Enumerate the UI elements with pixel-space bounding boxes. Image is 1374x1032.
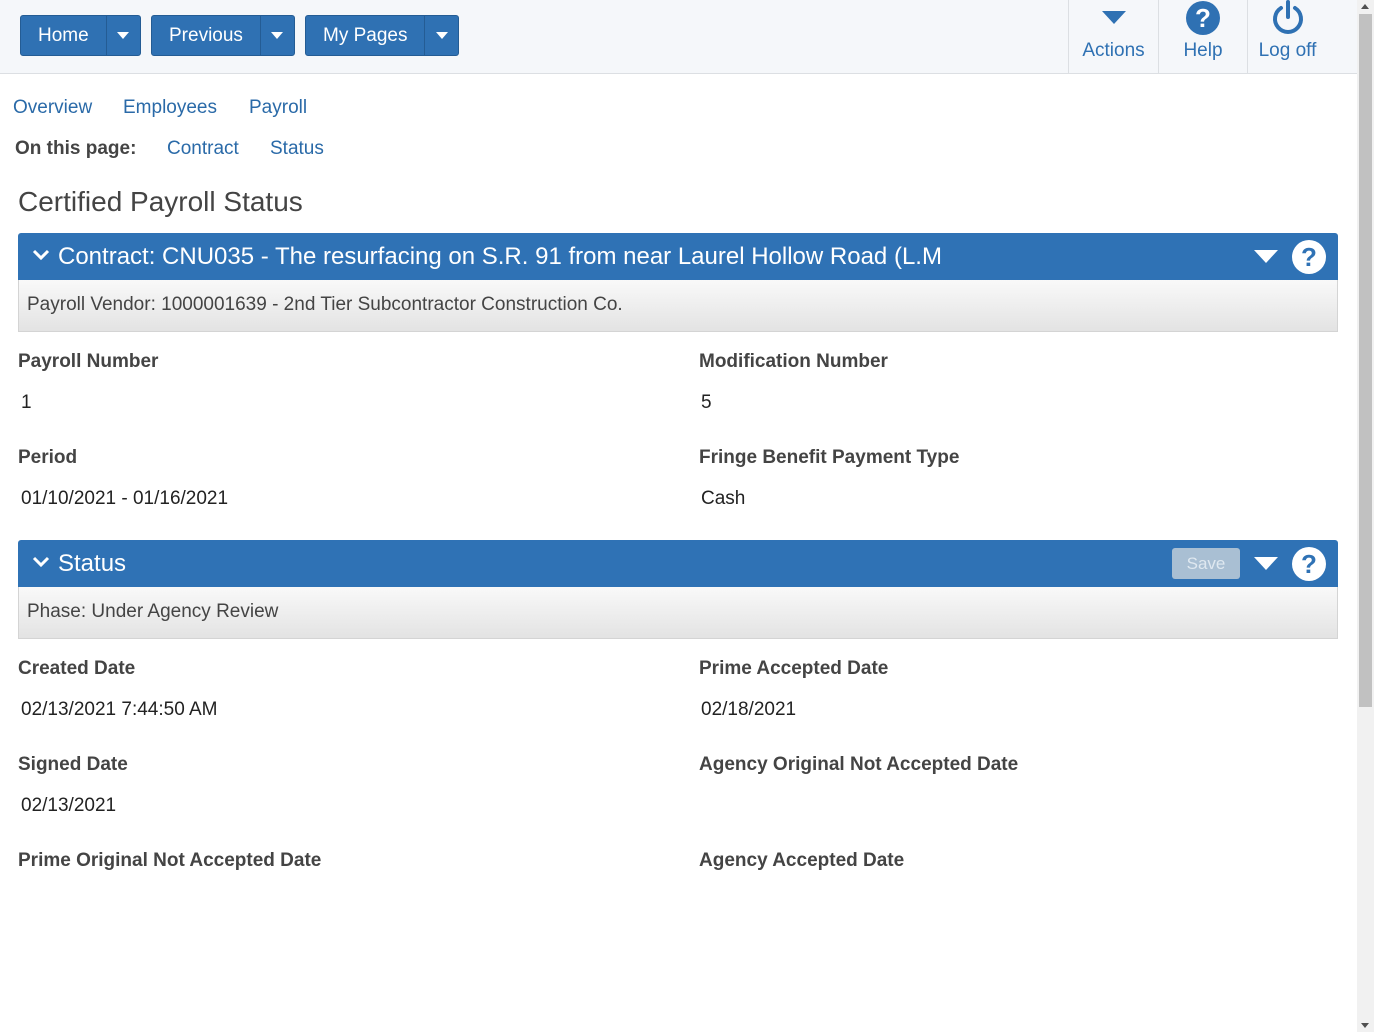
period-value: 01/10/2021 - 01/16/2021 xyxy=(21,488,229,509)
modification-number-label: Modification Number xyxy=(699,351,888,372)
previous-button-group: Previous xyxy=(151,15,295,56)
power-icon xyxy=(1272,0,1303,34)
contract-panel-title: Contract: CNU035 - The resurfacing on S.… xyxy=(58,243,942,270)
scrollbar-thumb[interactable] xyxy=(1359,14,1372,707)
modification-number-value: 5 xyxy=(701,392,712,413)
caret-down-icon[interactable] xyxy=(1254,557,1278,570)
actions-menu[interactable]: Actions xyxy=(1068,0,1158,74)
home-button-group: Home xyxy=(20,15,141,56)
on-this-page-label: On this page: xyxy=(15,138,137,159)
period-label: Period xyxy=(18,447,78,468)
my-pages-dropdown-button[interactable] xyxy=(424,16,458,55)
help-icon[interactable]: ? xyxy=(1292,547,1326,581)
help-icon[interactable]: ? xyxy=(1292,240,1326,274)
help-menu[interactable]: ? Help xyxy=(1158,0,1247,74)
save-button[interactable]: Save xyxy=(1172,548,1240,579)
created-date-value: 02/13/2021 7:44:50 AM xyxy=(21,699,218,720)
caret-down-icon xyxy=(117,32,130,39)
contract-panel-header[interactable]: Contract: CNU035 - The resurfacing on S.… xyxy=(18,233,1338,280)
prime-accepted-date-value: 02/18/2021 xyxy=(701,699,797,720)
signed-date-value: 02/13/2021 xyxy=(21,795,117,816)
agency-accepted-date-label: Agency Accepted Date xyxy=(699,850,905,871)
previous-dropdown-button[interactable] xyxy=(259,16,294,55)
logoff-menu[interactable]: Log off xyxy=(1247,0,1327,74)
chevron-down-icon[interactable] xyxy=(32,555,50,569)
tab-overview[interactable]: Overview xyxy=(13,97,92,119)
caret-down-icon xyxy=(1101,11,1126,24)
status-panel-title: Status xyxy=(58,550,127,577)
top-bar: Home Previous My Pages Actions ? Help Lo… xyxy=(0,0,1357,74)
payroll-vendor-text: Payroll Vendor: 1000001639 - 2nd Tier Su… xyxy=(27,294,623,315)
my-pages-button-group: My Pages xyxy=(305,15,460,56)
tab-payroll[interactable]: Payroll xyxy=(249,97,307,119)
tab-employees[interactable]: Employees xyxy=(123,97,217,119)
prime-accepted-date-label: Prime Accepted Date xyxy=(699,658,889,679)
home-button[interactable]: Home xyxy=(21,16,106,55)
fringe-benefit-label: Fringe Benefit Payment Type xyxy=(699,447,960,468)
help-label: Help xyxy=(1183,40,1223,61)
caret-down-icon xyxy=(435,32,448,39)
signed-date-label: Signed Date xyxy=(18,754,128,775)
scroll-up-icon[interactable] xyxy=(1361,4,1369,9)
help-icon: ? xyxy=(1186,1,1220,35)
prime-original-not-accepted-label: Prime Original Not Accepted Date xyxy=(18,850,322,871)
jump-link-contract[interactable]: Contract xyxy=(167,138,239,160)
caret-down-icon[interactable] xyxy=(1254,250,1278,263)
fringe-benefit-value: Cash xyxy=(701,488,746,509)
previous-button[interactable]: Previous xyxy=(152,16,260,55)
chevron-down-icon[interactable] xyxy=(32,248,50,262)
page-title: Certified Payroll Status xyxy=(18,186,303,217)
logoff-label: Log off xyxy=(1258,40,1317,61)
agency-original-not-accepted-label: Agency Original Not Accepted Date xyxy=(699,754,1019,775)
contract-panel-subheader: Payroll Vendor: 1000001639 - 2nd Tier Su… xyxy=(18,280,1338,332)
actions-label: Actions xyxy=(1082,40,1145,61)
status-panel-subheader: Phase: Under Agency Review xyxy=(18,587,1338,639)
payroll-number-label: Payroll Number xyxy=(18,351,159,372)
svg-text:?: ? xyxy=(1195,3,1211,33)
phase-text: Phase: Under Agency Review xyxy=(27,601,279,622)
caret-down-icon xyxy=(271,32,284,39)
scroll-down-icon[interactable] xyxy=(1361,1023,1369,1028)
vertical-scrollbar[interactable] xyxy=(1357,0,1374,1032)
home-dropdown-button[interactable] xyxy=(105,16,140,55)
created-date-label: Created Date xyxy=(18,658,136,679)
jump-link-status[interactable]: Status xyxy=(270,138,324,160)
my-pages-button[interactable]: My Pages xyxy=(306,16,424,55)
status-panel-header[interactable]: Status Save ? xyxy=(18,540,1338,587)
payroll-number-value: 1 xyxy=(21,392,32,413)
